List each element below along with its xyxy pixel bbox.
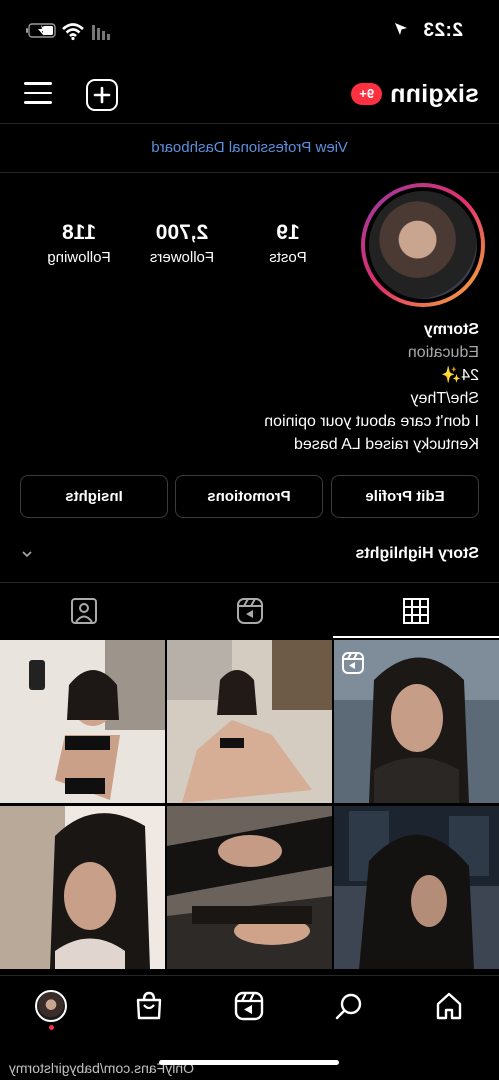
notification-badge: 9+ bbox=[351, 83, 383, 105]
cellular-signal-icon bbox=[92, 25, 110, 40]
post-thumbnail bbox=[0, 806, 165, 969]
tab-tagged[interactable] bbox=[1, 583, 167, 639]
grid-post[interactable] bbox=[0, 806, 165, 969]
post-thumbnail bbox=[334, 806, 499, 969]
chevron-down-icon bbox=[22, 551, 32, 558]
nav-profile[interactable] bbox=[31, 986, 71, 1026]
grid-post[interactable] bbox=[334, 806, 499, 969]
story-highlights-label: Story Highlights bbox=[355, 545, 479, 562]
story-highlights-row[interactable]: Story Highlights bbox=[20, 542, 479, 566]
grid-post[interactable] bbox=[334, 640, 499, 803]
followers-count: 2,700 bbox=[155, 221, 209, 244]
grid-post[interactable] bbox=[0, 640, 165, 803]
posts-label: Posts bbox=[269, 249, 307, 266]
post-thumbnail bbox=[0, 640, 165, 803]
tab-active-indicator bbox=[333, 636, 499, 638]
stat-posts[interactable]: 19 Posts bbox=[253, 221, 323, 266]
promotions-button[interactable]: Promotions bbox=[175, 475, 323, 518]
bio-line: I don't care about your opinion bbox=[264, 413, 479, 430]
post-thumbnail bbox=[167, 806, 332, 969]
status-icons bbox=[26, 23, 110, 41]
nav-search[interactable] bbox=[329, 986, 369, 1026]
insights-button[interactable]: Insights bbox=[20, 475, 168, 518]
location-arrow-icon bbox=[395, 23, 407, 35]
search-icon bbox=[335, 993, 362, 1020]
wifi-icon bbox=[62, 23, 84, 41]
avatar-image bbox=[369, 191, 477, 299]
profile-avatar-icon bbox=[35, 990, 67, 1022]
header-divider bbox=[0, 123, 499, 124]
dashboard-divider bbox=[0, 172, 499, 173]
profile-screen: 2:23 sixginn 9+ View Professional Dashbo… bbox=[0, 0, 499, 1080]
post-thumbnail bbox=[167, 640, 332, 803]
username-title[interactable]: sixginn bbox=[390, 80, 479, 109]
display-name: Stormy bbox=[423, 321, 479, 338]
stat-followers[interactable]: 2,700 Followers bbox=[127, 221, 237, 266]
reels-icon bbox=[237, 598, 263, 624]
create-post-button[interactable] bbox=[86, 79, 118, 111]
nav-profile-notification-dot bbox=[49, 1025, 54, 1030]
battery-charging-icon bbox=[26, 23, 56, 38]
grid-post[interactable] bbox=[167, 806, 332, 969]
shop-icon bbox=[136, 991, 162, 1020]
nav-home[interactable] bbox=[429, 986, 469, 1026]
tab-grid[interactable] bbox=[333, 583, 499, 639]
following-label: Following bbox=[47, 249, 111, 266]
stat-following[interactable]: 118 Following bbox=[34, 221, 124, 266]
hamburger-menu-icon bbox=[24, 82, 52, 85]
reels-icon bbox=[234, 991, 264, 1021]
profile-header-account[interactable]: sixginn 9+ bbox=[351, 78, 479, 110]
tagged-person-icon bbox=[71, 598, 97, 624]
bio-line: She/They bbox=[410, 390, 479, 407]
nav-shop[interactable] bbox=[129, 986, 169, 1026]
followers-label: Followers bbox=[149, 249, 215, 266]
bio-line: 24✨ bbox=[441, 367, 479, 384]
profile-bio: Stormy Education 24✨ She/They I don't ca… bbox=[264, 318, 479, 456]
plus-square-icon bbox=[93, 86, 111, 104]
watermark-text: OnlyFans.com/babygirlstormy bbox=[8, 1060, 194, 1076]
edit-profile-button[interactable]: Edit Profile bbox=[331, 475, 479, 518]
bio-line: Kentucky raised LA based bbox=[293, 436, 479, 453]
home-icon bbox=[436, 992, 462, 1020]
following-count: 118 bbox=[62, 221, 96, 244]
grid-post[interactable] bbox=[167, 640, 332, 803]
profile-avatar[interactable] bbox=[361, 183, 485, 307]
nav-reels[interactable] bbox=[229, 986, 269, 1026]
grid-icon bbox=[403, 598, 429, 624]
posts-count: 19 bbox=[276, 221, 300, 244]
profile-category: Education bbox=[407, 344, 479, 361]
reel-badge-icon bbox=[342, 652, 364, 674]
hamburger-menu-button[interactable] bbox=[24, 80, 52, 106]
tab-reels[interactable] bbox=[167, 583, 333, 639]
professional-dashboard-link[interactable]: View Professional Dashboard bbox=[0, 139, 499, 156]
status-time: 2:23 bbox=[422, 20, 463, 41]
